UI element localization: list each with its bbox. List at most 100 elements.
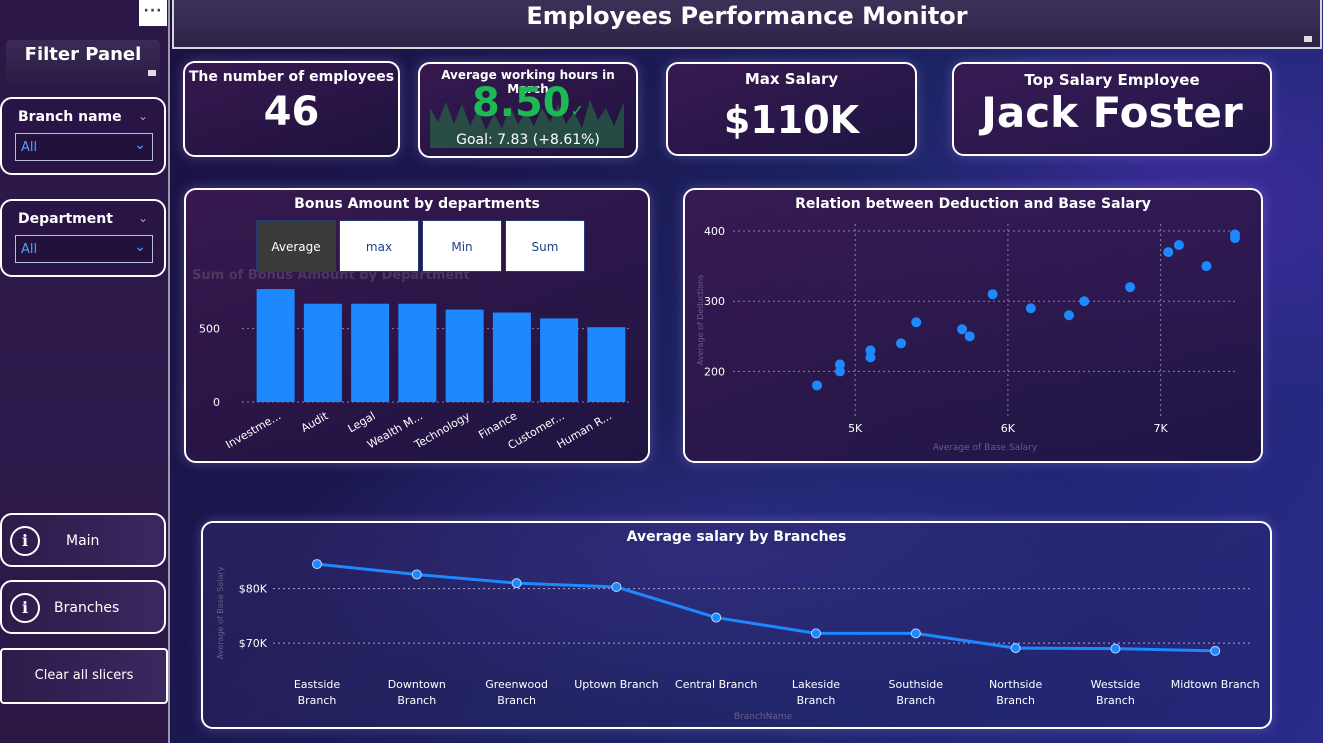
nav-branches-button[interactable]: i Branches <box>0 580 166 634</box>
minimize-icon[interactable] <box>148 70 156 76</box>
scatter-point <box>1201 261 1212 272</box>
hours-value: 8.50 <box>471 80 571 126</box>
info-icon: i <box>10 593 40 623</box>
y-tick-label: 300 <box>704 295 725 308</box>
scatter-point <box>834 366 845 377</box>
line-point <box>312 559 322 570</box>
kpi-value: 46 <box>263 89 320 135</box>
x-tick-label: Uptown Branch <box>574 678 658 691</box>
y-axis-title: Average of Base Salary <box>216 566 225 659</box>
line-point <box>611 582 622 592</box>
bar <box>351 303 390 402</box>
scatter-point <box>1163 247 1174 258</box>
y-tick-label: $70K <box>239 637 268 650</box>
filter-sidebar: ··· Filter Panel Branch name ⌄ All ⌄ Dep… <box>0 0 170 743</box>
deduction-salary-scatter: 200 300 400 5K 6K 7K Average of Base Salary Ave… <box>696 224 1240 453</box>
scatter-chart-card: 200 300 400 5K 6K 7K Average of Base Salary Ave… <box>683 188 1263 463</box>
kpi-value: 8.50✓ <box>420 80 636 126</box>
dropdown-value: All <box>21 140 38 155</box>
y-tick-label: 500 <box>199 323 220 336</box>
branch-salary-card: $70K $80K Average of Base Salary Eastside Br… <box>201 521 1272 729</box>
bonus-bar-chart: 0500Investme... Audit LegalWealth M...Tech… <box>199 289 630 452</box>
chart-title: Relation between Deduction and Base Sala… <box>795 196 1151 212</box>
kpi-value: Jack Foster <box>981 88 1243 137</box>
max-salary-card: Max Salary $110K <box>666 62 917 156</box>
bonus-chart-card: Bonus Amount by departments Sum of Bonus… <box>184 188 650 463</box>
x-tick-label: 6K <box>1001 422 1016 435</box>
x-tick-label: 7K <box>1154 422 1169 435</box>
scatter-point <box>1125 282 1136 293</box>
chevron-down-icon[interactable]: ⌄ <box>138 109 148 123</box>
nav-label: Branches <box>54 600 120 616</box>
x-axis-title: Average of Base Salary <box>933 443 1038 453</box>
bar <box>398 303 437 402</box>
department-slicer: Department ⌄ All ⌄ <box>0 199 166 277</box>
scatter-point <box>1079 296 1090 307</box>
bar <box>256 289 295 402</box>
kpi-value: $110K <box>723 98 860 142</box>
clear-all-slicers-button[interactable]: Clear all slicers <box>0 648 168 704</box>
x-tick-label: Southside Branch <box>889 678 944 707</box>
chevron-down-icon[interactable]: ⌄ <box>138 211 148 225</box>
chart-title: Average salary by Branches <box>626 529 847 545</box>
slicer-title: Branch name <box>18 109 122 125</box>
line-point <box>1010 643 1021 654</box>
x-tick-label: Westside Branch <box>1091 678 1141 707</box>
x-axis-title: BranchName <box>734 712 793 722</box>
scatter-point <box>987 289 998 300</box>
x-tick-label: Midtown Branch <box>1171 678 1260 691</box>
bar <box>587 327 626 402</box>
line-point <box>811 628 821 639</box>
scatter-point <box>812 380 822 391</box>
top-salary-employee-card: Top Salary Employee Jack Foster <box>952 62 1272 156</box>
kpi-title: Top Salary Employee <box>1024 71 1200 89</box>
x-tick-label: Lakeside Branch <box>792 678 840 707</box>
nav-label: Main <box>66 533 100 549</box>
department-dropdown[interactable]: All ⌄ <box>15 235 153 263</box>
working-hours-card: Average working hours in March 8.50✓ Goa… <box>418 62 638 158</box>
scatter-point <box>896 338 906 349</box>
y-tick-label: 400 <box>704 225 725 238</box>
chevron-down-icon: ⌄ <box>134 239 146 255</box>
line-point <box>910 628 921 639</box>
x-tick-label: Legal <box>346 409 378 435</box>
nav-main-button[interactable]: i Main <box>0 513 166 567</box>
branch-name-dropdown[interactable]: All ⌄ <box>15 133 153 161</box>
branch-salary-line-chart: $70K $80K Average of Base Salary Eastside Br… <box>216 559 1260 722</box>
y-tick-label: $80K <box>239 583 268 596</box>
kpi-goal: Goal: 7.83 (+8.61%) <box>456 132 600 148</box>
line-point <box>411 569 422 580</box>
bar <box>445 309 484 402</box>
branch-name-slicer: Branch name ⌄ All ⌄ <box>0 97 166 175</box>
slicer-title: Department <box>18 211 113 227</box>
x-tick-label: Downtown Branch <box>388 678 446 707</box>
scatter-point <box>1230 233 1240 244</box>
dropdown-value: All <box>21 242 38 257</box>
x-tick-label: Investme... <box>223 409 283 451</box>
minimize-icon[interactable] <box>1304 36 1312 42</box>
employee-count-card: The number of employees 46 <box>183 61 400 157</box>
page-title: Employees Performance Monitor <box>526 2 968 30</box>
filter-panel-header[interactable]: Filter Panel <box>6 40 160 82</box>
chevron-down-icon: ⌄ <box>134 137 146 153</box>
line-point <box>1110 643 1121 654</box>
scatter-point <box>957 324 968 335</box>
bar <box>540 318 579 402</box>
info-icon: i <box>10 526 40 556</box>
bar <box>492 312 531 402</box>
bar <box>303 303 342 402</box>
more-options-button[interactable]: ··· <box>139 0 167 26</box>
scatter-point <box>1025 303 1036 314</box>
kpi-title: The number of employees <box>188 69 395 85</box>
scatter-point <box>1064 310 1074 321</box>
scatter-point <box>964 331 975 342</box>
kpi-title: Max Salary <box>744 70 839 88</box>
line-point <box>1210 645 1221 656</box>
series-line <box>316 562 1216 653</box>
filter-panel-label: Filter Panel <box>24 44 142 65</box>
line-point <box>511 578 522 589</box>
page-header: Employees Performance Monitor <box>172 0 1322 49</box>
line-point <box>711 612 722 623</box>
x-tick-label: Northside Branch <box>989 678 1043 707</box>
x-tick-label: 5K <box>848 422 863 435</box>
